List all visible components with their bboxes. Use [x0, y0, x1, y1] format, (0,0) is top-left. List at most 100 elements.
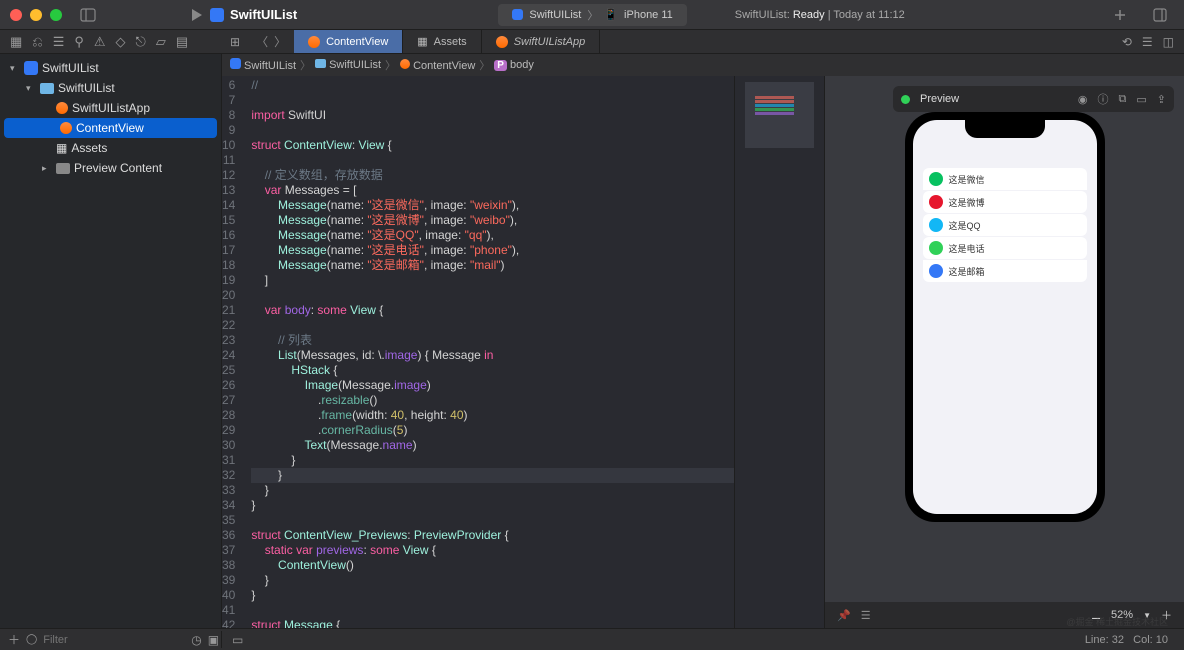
- preview-list: 这是微信这是微博这是QQ这是电话这是邮箱: [913, 120, 1097, 282]
- add-icon[interactable]: ＋: [8, 631, 20, 648]
- jump-bar[interactable]: SwiftUIList〉 SwiftUIList〉 ContentView〉P …: [222, 54, 1184, 76]
- preview-info-icon[interactable]: ⓘ: [1098, 91, 1109, 107]
- preview-device-icon[interactable]: ▭: [1136, 93, 1146, 106]
- navigator-toolbar: ▦ ⎌ ☰ ⚲ ⚠ ◇ ⎋ ▱ ▤ ⊞ 〈 〉 ContentView▦Asse…: [0, 30, 1184, 54]
- preview-status-dot: [901, 95, 910, 104]
- window-controls: [10, 9, 62, 21]
- close-window-button[interactable]: [10, 9, 22, 21]
- notch: [965, 120, 1045, 138]
- app-icon: [929, 241, 943, 255]
- tab-swiftuilistapp[interactable]: SwiftUIListApp: [482, 30, 601, 53]
- swift-icon: [496, 36, 508, 48]
- folder-icon: [56, 163, 70, 174]
- project-navigator-icon[interactable]: ▦: [10, 34, 22, 50]
- project-icon: [24, 61, 38, 75]
- sidebar-toggle-icon[interactable]: [80, 7, 96, 23]
- pin-icon[interactable]: 📌: [837, 609, 851, 622]
- cursor-line: Line: 32: [1085, 634, 1124, 646]
- assets-icon: ▦: [56, 141, 67, 155]
- tree-item-swiftuilistapp[interactable]: SwiftUIListApp: [0, 98, 221, 118]
- preview-duplicate-icon[interactable]: ⧉: [1119, 93, 1127, 106]
- minimap[interactable]: [734, 76, 824, 628]
- preview-share-icon[interactable]: ⇪: [1157, 93, 1166, 106]
- app-icon: [929, 218, 943, 232]
- filter-scope-icon[interactable]: ◯: [26, 634, 37, 645]
- debug-area-icon[interactable]: ▭: [222, 633, 243, 647]
- cursor-col: Col: 10: [1133, 634, 1168, 646]
- titlebar: SwiftUIList SwiftUIList 〉 📱 iPhone 11 Sw…: [0, 0, 1184, 30]
- project-icon: [230, 58, 241, 69]
- source-editor[interactable]: 6789101112131415161718192021222324252627…: [222, 76, 734, 628]
- list-item: 这是邮箱: [923, 260, 1087, 282]
- breakpoint-navigator-icon[interactable]: ▱: [156, 34, 166, 50]
- filter-input[interactable]: [43, 634, 185, 646]
- settings-icon[interactable]: ☰: [861, 609, 871, 622]
- tree-item-assets[interactable]: ▦Assets: [0, 138, 221, 158]
- scheme-device: iPhone 11: [624, 9, 673, 21]
- list-item: 这是微信: [923, 168, 1087, 190]
- crumb-contentview[interactable]: ContentView: [400, 59, 475, 72]
- minimize-window-button[interactable]: [30, 9, 42, 21]
- tab-assets[interactable]: ▦Assets: [403, 30, 481, 53]
- swift-icon: [60, 122, 72, 134]
- crumb-body[interactable]: P body: [494, 59, 534, 71]
- project-title: SwiftUIList: [230, 7, 297, 22]
- scheme-target: SwiftUIList: [529, 9, 581, 21]
- clock-icon[interactable]: ◷: [191, 633, 201, 647]
- tab-contentview[interactable]: ContentView: [294, 30, 403, 53]
- tree-item-preview-content[interactable]: ▸Preview Content: [0, 158, 221, 178]
- line-gutter: 6789101112131415161718192021222324252627…: [222, 76, 243, 628]
- preview-label: Preview: [920, 93, 959, 105]
- app-icon: [929, 195, 943, 209]
- run-button[interactable]: [192, 9, 202, 21]
- panel-icon[interactable]: ◫: [1163, 35, 1174, 49]
- add-button-icon[interactable]: [1112, 7, 1128, 23]
- source-control-navigator-icon[interactable]: ⎌: [32, 34, 42, 50]
- back-button[interactable]: 〈: [256, 33, 268, 50]
- zoom-window-button[interactable]: [50, 9, 62, 21]
- bottom-bar: ＋ ◯ ◷ ▣ ▭ Line: 32 Col: 10: [0, 628, 1184, 650]
- collapse-icon[interactable]: ▣: [208, 633, 219, 647]
- swift-icon: [400, 59, 410, 69]
- library-icon[interactable]: [1152, 7, 1168, 23]
- app-icon: [929, 264, 943, 278]
- forward-button[interactable]: 〉: [274, 33, 286, 50]
- folder-icon: [40, 83, 54, 94]
- issue-navigator-icon[interactable]: ⚠: [94, 34, 106, 50]
- app-icon: [929, 172, 943, 186]
- refresh-icon[interactable]: ⟲: [1122, 35, 1132, 49]
- report-navigator-icon[interactable]: ▤: [176, 34, 188, 50]
- symbol-navigator-icon[interactable]: ☰: [53, 34, 65, 50]
- preview-toolbar: Preview ◉ ⓘ ⧉ ▭ ⇪: [893, 86, 1174, 112]
- crumb-swiftuilist[interactable]: SwiftUIList: [315, 59, 381, 71]
- folder-icon: [315, 59, 326, 68]
- tree-item-swiftuilist[interactable]: ▾SwiftUIList: [0, 78, 221, 98]
- assets-icon: ▦: [417, 35, 427, 48]
- list-item: 这是电话: [923, 237, 1087, 259]
- swift-icon: [308, 36, 320, 48]
- list-item: 这是QQ: [923, 214, 1087, 236]
- code-area[interactable]: // import SwiftUI struct ContentView: Vi…: [243, 76, 734, 628]
- test-navigator-icon[interactable]: ◇: [116, 34, 126, 50]
- scheme-selector[interactable]: SwiftUIList 〉 📱 iPhone 11: [498, 4, 686, 26]
- preview-live-icon[interactable]: ◉: [1078, 93, 1088, 106]
- property-badge: P: [494, 60, 507, 71]
- debug-navigator-icon[interactable]: ⎋: [136, 34, 146, 50]
- build-status: SwiftUIList: Ready | Today at 11:12: [735, 9, 905, 21]
- scheme-target-icon: [512, 9, 523, 20]
- watermark: @掘金 稀土掘金技术社区: [1066, 615, 1168, 628]
- tree-item-contentview[interactable]: ContentView: [4, 118, 217, 138]
- scheme-device-icon: 📱: [604, 8, 618, 21]
- editor-tabs: ContentView▦AssetsSwiftUIListApp: [294, 30, 600, 53]
- canvas-preview: Preview ◉ ⓘ ⧉ ▭ ⇪ 这是微信这是微博这是QQ这是电话这是邮箱: [824, 76, 1184, 628]
- project-navigator: ▾SwiftUIList▾SwiftUIListSwiftUIListAppCo…: [0, 54, 222, 628]
- tree-item-swiftuilist[interactable]: ▾SwiftUIList: [0, 58, 221, 78]
- grid-icon[interactable]: ⊞: [222, 35, 248, 49]
- list-item: 这是微博: [923, 191, 1087, 213]
- find-navigator-icon[interactable]: ⚲: [74, 34, 84, 50]
- project-icon: [210, 8, 224, 22]
- list-icon[interactable]: ☰: [1142, 35, 1153, 49]
- crumb-swiftuilist[interactable]: SwiftUIList: [230, 58, 296, 72]
- swift-icon: [56, 102, 68, 114]
- iphone-frame: 这是微信这是微博这是QQ这是电话这是邮箱: [905, 112, 1105, 522]
